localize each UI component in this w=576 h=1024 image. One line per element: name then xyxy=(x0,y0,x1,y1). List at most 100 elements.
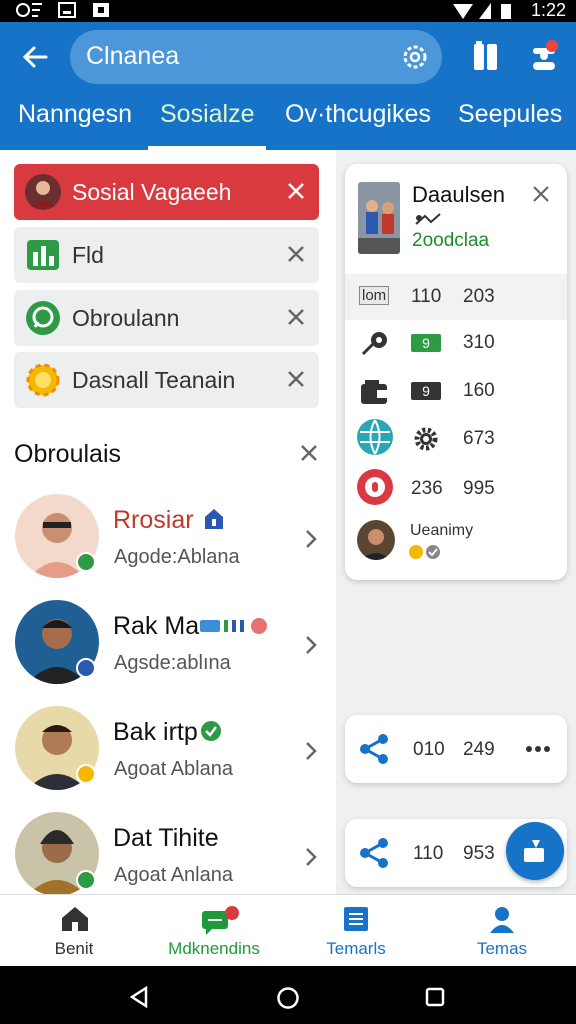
share-icon[interactable] xyxy=(359,837,391,869)
card-photo xyxy=(358,182,400,254)
share-icon[interactable] xyxy=(359,733,391,765)
list-icon xyxy=(344,907,368,931)
signal-icon xyxy=(16,3,42,17)
row-value-2: 310 xyxy=(463,332,495,353)
nav-label: Mdknendins xyxy=(168,939,260,958)
filter-chip-sosial[interactable]: Sosial Vagaeeh xyxy=(14,164,319,220)
filter-panel: Sosial Vagaeeh Fld Obroulann Dasnall Tea… xyxy=(0,150,336,894)
contact-row[interactable]: Rrosiar Agode:Ablana xyxy=(0,494,336,594)
search-input[interactable]: Clnanea xyxy=(86,42,179,71)
avatar xyxy=(357,520,395,560)
more-icon[interactable] xyxy=(525,745,551,753)
row-tag: lom xyxy=(359,286,390,305)
card-title: Daaulsen xyxy=(412,182,505,207)
filter-chip-fld[interactable]: Fld xyxy=(14,227,319,283)
contact-row[interactable]: Dat Tihite Agoat Anlana xyxy=(0,812,336,894)
nav-benit[interactable]: Benit xyxy=(2,895,146,967)
close-icon[interactable] xyxy=(285,180,307,202)
wallet-icon xyxy=(361,380,387,404)
profile-menu-icon[interactable] xyxy=(530,38,560,74)
share-card[interactable]: 010 249 xyxy=(345,715,567,783)
back-arrow-icon[interactable] xyxy=(18,40,52,74)
chevron-right-icon[interactable] xyxy=(302,634,320,656)
tab-sosialze[interactable]: Sosialze xyxy=(160,100,255,129)
verified-icon xyxy=(201,721,221,741)
nav-temas[interactable]: Temas xyxy=(430,895,574,967)
clock: 1:22 xyxy=(530,0,566,20)
sim-icon xyxy=(58,2,76,18)
nav-label: Benit xyxy=(54,939,94,958)
wifi-icon xyxy=(453,4,473,19)
nav-mdknendins[interactable]: Mdknendins xyxy=(142,895,286,967)
card-subtitle: 2oodclaa xyxy=(412,230,490,251)
app-bar: Clnanea Nanngesn Sosialze Ov·thcugikes S… xyxy=(0,22,576,150)
close-icon[interactable] xyxy=(298,442,320,464)
details-card[interactable]: Daaulsen 2oodclaa lom 110 203 9 310 9 16… xyxy=(345,164,567,580)
card-row[interactable]: 673 xyxy=(345,416,567,462)
row-value-2: 203 xyxy=(463,286,495,307)
avatar-icon xyxy=(25,174,61,210)
whatsapp-icon xyxy=(26,301,60,335)
compose-fab-button[interactable] xyxy=(506,822,564,880)
system-navigation-bar xyxy=(0,966,576,1024)
filter-chip-obroulann[interactable]: Obroulann xyxy=(14,290,319,346)
filter-chip-label: Sosial Vagaeeh xyxy=(72,179,232,205)
reaction-icons xyxy=(409,545,440,559)
chevron-right-icon[interactable] xyxy=(302,740,320,762)
share-value-2: 953 xyxy=(463,843,495,864)
share-value-2: 249 xyxy=(463,739,495,760)
link-icon xyxy=(415,213,441,225)
tab-ovthcugikes[interactable]: Ov·thcugikes xyxy=(285,100,431,129)
status-badge xyxy=(76,870,96,890)
status-bar: 1:22 xyxy=(0,0,576,22)
contact-subtitle: Agoat Anlana xyxy=(114,864,233,886)
contact-name: Dat Tihite xyxy=(113,824,219,852)
gear-icon xyxy=(414,427,438,451)
home-badge-icon xyxy=(205,509,223,529)
home-circle-icon[interactable] xyxy=(276,986,300,1010)
filter-chip-dasnall[interactable]: Dasnall Teanain xyxy=(14,352,319,408)
contact-row[interactable]: Rak Ma Agsde:ablına xyxy=(0,600,336,700)
battery-icon xyxy=(501,4,511,19)
nav-label: Temarls xyxy=(326,939,386,958)
contact-subtitle: Agoat Ablana xyxy=(114,758,233,780)
library-icon[interactable] xyxy=(472,40,500,72)
filter-chip-label: Obroulann xyxy=(72,305,180,331)
chart-icon xyxy=(27,240,59,270)
tab-nanngesn[interactable]: Nanngesn xyxy=(18,100,132,129)
status-badge xyxy=(76,658,96,678)
contact-subtitle: Agsde:ablına xyxy=(114,652,231,674)
filter-chip-label: Fld xyxy=(72,242,104,268)
chat-icon xyxy=(202,906,239,935)
recents-square-icon[interactable] xyxy=(424,986,446,1008)
close-icon[interactable] xyxy=(285,368,307,390)
nav-temarls[interactable]: Temarls xyxy=(284,895,428,967)
card-row[interactable]: 9 160 xyxy=(345,368,567,414)
close-icon[interactable] xyxy=(285,243,307,265)
card-row[interactable]: 9 310 xyxy=(345,320,567,366)
contact-subtitle: Agode:Ablana xyxy=(114,546,240,568)
settings-icon[interactable] xyxy=(400,42,430,72)
search-bar[interactable]: Clnanea xyxy=(70,30,442,84)
back-triangle-icon[interactable] xyxy=(128,986,150,1008)
chevron-right-icon[interactable] xyxy=(302,846,320,868)
tab-seepules[interactable]: Seepules xyxy=(458,100,562,129)
chevron-right-icon[interactable] xyxy=(302,528,320,550)
share-value-1: 010 xyxy=(413,739,445,760)
row-value-2: 995 xyxy=(463,478,495,499)
close-icon[interactable] xyxy=(285,306,307,328)
nav-label: Temas xyxy=(476,939,528,958)
globe-icon xyxy=(357,419,393,455)
card-row[interactable]: lom 110 203 xyxy=(345,274,567,320)
contact-row[interactable]: Bak irtp Agoat Ablana xyxy=(0,706,336,806)
card-row[interactable]: 236 995 xyxy=(345,466,567,512)
lock-status-icon xyxy=(93,3,109,17)
filter-chip-label: Dasnall Teanain xyxy=(72,367,236,393)
row-tag: 9 xyxy=(411,382,441,400)
share-value-1: 110 xyxy=(413,843,444,864)
contact-name: Rrosiar xyxy=(113,506,194,534)
section-title: Obroulais xyxy=(14,440,121,468)
close-icon[interactable] xyxy=(531,184,551,204)
cell-signal-icon xyxy=(479,3,491,19)
contact-name: Rak Ma xyxy=(113,612,200,640)
